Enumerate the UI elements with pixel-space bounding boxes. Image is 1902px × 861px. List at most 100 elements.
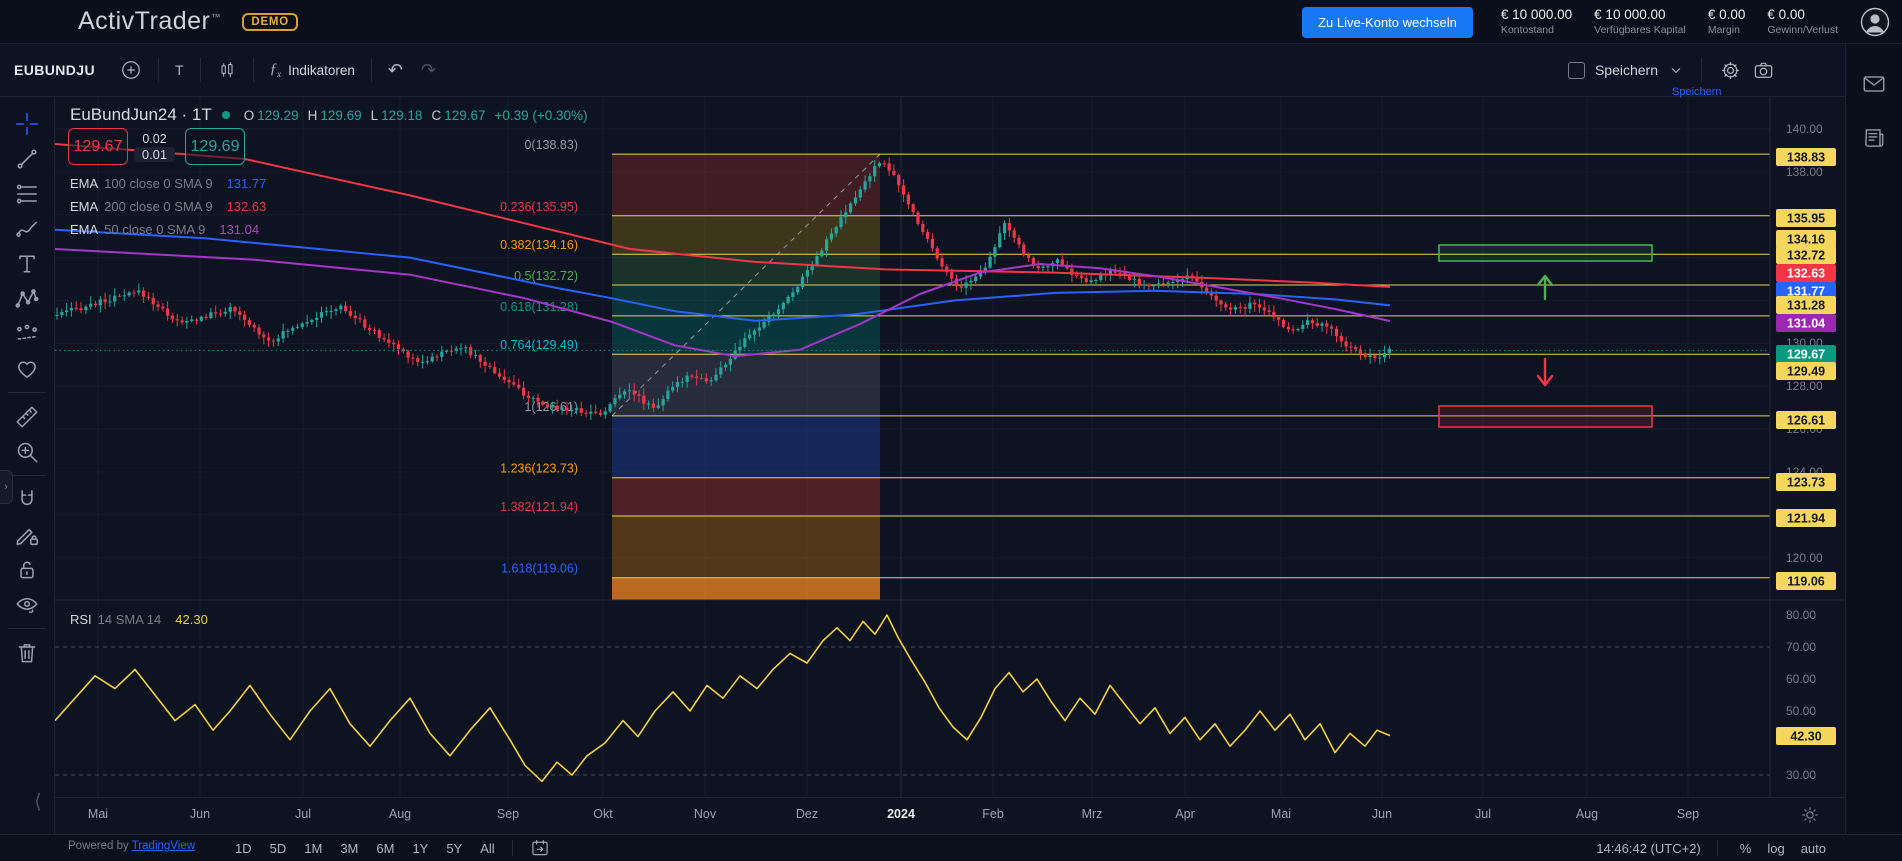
time-axis-label[interactable]: Mai <box>1271 807 1291 821</box>
panel-expand-handle[interactable]: › <box>0 470 13 504</box>
toolbar-separator <box>200 58 201 82</box>
trend-line-tool-button[interactable] <box>8 141 46 176</box>
emoji-tool-button[interactable] <box>8 351 46 386</box>
ema-legend-row[interactable]: EMA50 close 0 SMA 9131.04 <box>70 218 266 241</box>
svg-text:129.49: 129.49 <box>1787 365 1825 379</box>
compare-add-button[interactable] <box>111 55 151 85</box>
toolbar-separator <box>253 58 254 82</box>
ema-legend-row[interactable]: EMA200 close 0 SMA 9132.63 <box>70 195 266 218</box>
undo-button[interactable]: ↶ <box>379 57 412 83</box>
time-axis-label[interactable]: Nov <box>694 807 716 821</box>
indicators-button[interactable]: ƒx Indikatoren <box>261 57 364 83</box>
interval-button-5d[interactable]: 5D <box>261 839 296 858</box>
time-axis-label[interactable]: Okt <box>593 807 612 821</box>
measure-tool-button[interactable] <box>8 399 46 434</box>
price-axis[interactable]: 140.00138.00130.00128.00126.00124.00120.… <box>1776 122 1836 782</box>
svg-text:134.16: 134.16 <box>1787 233 1825 247</box>
text-tool-button[interactable] <box>8 246 46 281</box>
news-button[interactable] <box>1861 124 1889 152</box>
time-axis-label[interactable]: Mrz <box>1082 807 1103 821</box>
lock-all-tool-button[interactable] <box>8 552 46 587</box>
time-axis-label[interactable]: Aug <box>1576 807 1598 821</box>
candlestick-icon <box>217 60 237 80</box>
time-axis-label[interactable]: Jun <box>1372 807 1392 821</box>
camera-icon <box>1752 59 1775 82</box>
time-axis[interactable]: Mai Jun Jul Aug Sep Okt Nov Dez 2024 Feb Mrz Apr Mai… <box>55 797 1845 834</box>
header-right: Zu Live-Konto wechseln € 10 000.00Kontos… <box>1302 0 1890 44</box>
price-chart-canvas[interactable]: 0(138.83)0.236(135.95)0.382(134.16)0.5(1… <box>55 97 1845 797</box>
time-axis-label[interactable]: Dez <box>796 807 818 821</box>
interval-button-3m[interactable]: 3M <box>331 839 367 858</box>
panel-collapse-icon[interactable]: ⟨ <box>34 789 42 814</box>
range-buttons: 1D5D1M3M6M1Y5YAll <box>226 835 559 861</box>
svg-text:42.30: 42.30 <box>1790 730 1821 744</box>
rsi-legend-row[interactable]: RSI 14 SMA 14 42.30 <box>70 608 208 630</box>
interval-button-1y[interactable]: 1Y <box>403 839 437 858</box>
time-axis-label[interactable]: Feb <box>982 807 1004 821</box>
svg-text:1.236(123.73): 1.236(123.73) <box>500 462 578 476</box>
avatar[interactable] <box>1860 7 1890 37</box>
rsi-line[interactable] <box>55 615 1390 781</box>
scale-button-%[interactable]: % <box>1734 840 1758 857</box>
sell-button[interactable]: 129.67 <box>68 128 128 165</box>
go-to-date-button[interactable] <box>521 836 559 860</box>
snapshot-button[interactable] <box>1752 59 1775 82</box>
time-axis-label[interactable]: Jul <box>1475 807 1491 821</box>
save-button[interactable]: Speichern <box>1595 62 1658 78</box>
support-zone-rect[interactable] <box>1439 406 1652 427</box>
app-header: ActivTrader™ DEMO Zu Live-Konto wechseln… <box>0 0 1902 44</box>
interval-button-1m[interactable]: 1M <box>295 839 331 858</box>
svg-text:0.236(135.95): 0.236(135.95) <box>500 200 578 214</box>
buy-button[interactable]: 129.69 <box>185 128 245 165</box>
time-axis-label[interactable]: 2024 <box>887 807 915 821</box>
interval-button-5y[interactable]: 5Y <box>437 839 471 858</box>
time-axis-label[interactable]: Jul <box>295 807 311 821</box>
chart-type-button[interactable] <box>208 56 246 84</box>
brush-tool-button[interactable] <box>8 211 46 246</box>
magnet-tool-button[interactable] <box>8 482 46 517</box>
drawing-lock-tool-button[interactable] <box>8 517 46 552</box>
crosshair-tool-button[interactable] <box>8 106 46 141</box>
interval-button-all[interactable]: All <box>471 839 503 858</box>
redo-button[interactable]: ↷ <box>412 57 445 83</box>
time-axis-label[interactable]: Aug <box>389 807 411 821</box>
interval-button[interactable]: T <box>166 58 193 82</box>
ema-legend-row[interactable]: EMA100 close 0 SMA 9131.77 <box>70 172 266 195</box>
app-logo: ActivTrader™ DEMO <box>78 7 298 36</box>
chart-symbol-title[interactable]: EuBundJun24 · 1T <box>70 105 212 125</box>
time-axis-label[interactable]: Sep <box>497 807 519 821</box>
zoom-in-tool-button[interactable] <box>8 434 46 469</box>
remove-drawings-button[interactable] <box>8 635 46 670</box>
xabcd-pattern-icon <box>14 286 40 312</box>
down-arrow-drawing[interactable] <box>1538 359 1552 385</box>
time-axis-label[interactable]: Sep <box>1677 807 1699 821</box>
up-arrow-drawing[interactable] <box>1538 276 1552 299</box>
time-axis-label[interactable]: Apr <box>1175 807 1194 821</box>
account-stat: € 10 000.00Verfügbares Kapital <box>1594 7 1686 37</box>
pattern-tool-button[interactable] <box>8 281 46 316</box>
resistance-zone-rect[interactable] <box>1439 245 1652 261</box>
chevron-down-icon[interactable] <box>1668 62 1684 78</box>
fib-retracement-tool-button[interactable] <box>8 176 46 211</box>
spread-value: 0.02 <box>142 132 166 146</box>
svg-text:80.00: 80.00 <box>1786 608 1816 622</box>
time-axis-label[interactable]: Jun <box>190 807 210 821</box>
redo-icon: ↷ <box>421 61 436 79</box>
messages-button[interactable] <box>1861 70 1889 98</box>
switch-to-live-button[interactable]: Zu Live-Konto wechseln <box>1302 7 1473 38</box>
interval-button-6m[interactable]: 6M <box>367 839 403 858</box>
interval-button-1d[interactable]: 1D <box>226 839 261 858</box>
time-axis-label[interactable]: Mai <box>88 807 108 821</box>
theme-sun-icon[interactable] <box>1799 804 1821 826</box>
horizontal-gridlines <box>55 129 1770 558</box>
symbol-button[interactable]: EUBUNDJU <box>14 62 95 78</box>
settings-button[interactable] <box>1719 59 1742 82</box>
tradingview-link[interactable]: TradingView <box>132 840 195 852</box>
hide-all-tool-button[interactable] <box>8 587 46 622</box>
fib-retracement-overlay[interactable]: 0(138.83)0.236(135.95)0.382(134.16)0.5(1… <box>500 138 1770 600</box>
forecast-tool-button[interactable] <box>8 316 46 351</box>
save-layout-checkbox[interactable] <box>1568 62 1585 79</box>
svg-text:121.94: 121.94 <box>1787 512 1825 526</box>
scale-button-auto[interactable]: auto <box>1795 840 1832 857</box>
scale-button-log[interactable]: log <box>1761 840 1790 857</box>
